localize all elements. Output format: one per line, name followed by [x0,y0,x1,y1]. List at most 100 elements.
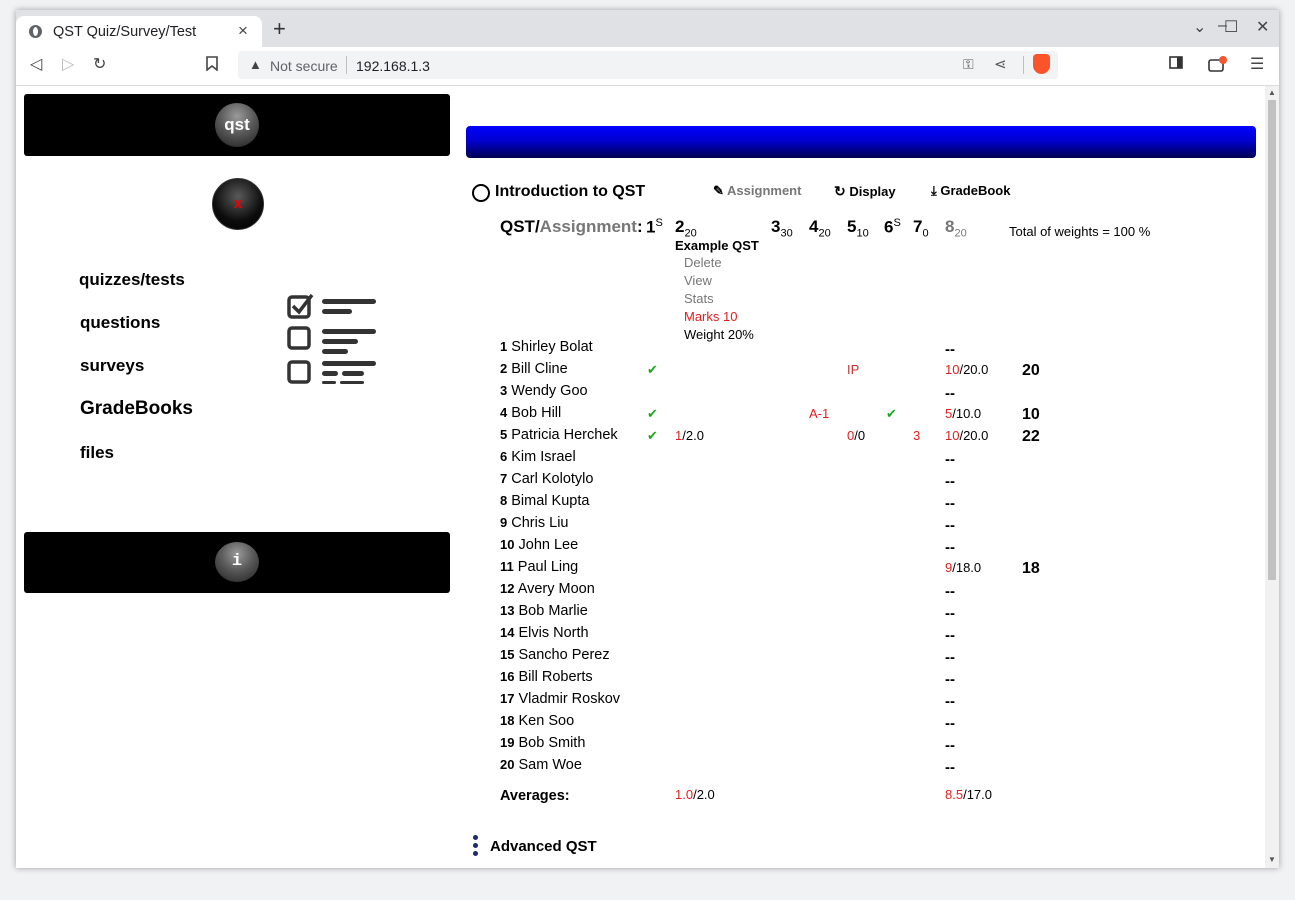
total-cell[interactable]: 18 [1022,560,1040,578]
grade-cell[interactable]: -- [945,671,955,688]
column-2[interactable]: 220 [675,217,697,239]
sidebar-toggle-icon[interactable] [1169,56,1183,74]
grade-cell[interactable]: -- [945,605,955,622]
scrollbar-thumb[interactable] [1268,100,1276,580]
assignment-header-link[interactable]: Assignment [540,217,637,236]
nav-quizzes-tests[interactable]: quizzes/tests [79,270,185,290]
grade-cell[interactable]: -- [945,341,955,358]
qst-logo[interactable]: qst [215,103,259,147]
table-row[interactable]: 20 Sam Woe [500,757,582,773]
column-5[interactable]: 510 [847,217,869,239]
assignment-tool[interactable]: ✎ Assignment [713,183,801,199]
total-cell[interactable]: 22 [1022,428,1040,446]
info-button[interactable]: i [215,542,259,582]
submitted-checkmark[interactable]: ✔ [647,406,658,422]
table-row[interactable]: 3 Wendy Goo [500,383,588,399]
grade-cell[interactable]: -- [945,715,955,732]
grade-cell[interactable]: -- [945,517,955,534]
grade-cell[interactable]: -- [945,539,955,556]
column-1[interactable]: 1S [646,217,663,238]
table-row[interactable]: 18 Ken Soo [500,713,574,729]
grade-cell[interactable]: -- [945,385,955,402]
advanced-qst-link[interactable]: Advanced QST [490,838,597,855]
submitted-checkmark[interactable]: ✔ [647,362,658,378]
grade-cell[interactable]: 1/2.0 [675,428,704,443]
share-icon[interactable]: ⋖ [994,55,1007,73]
table-row[interactable]: 7 Carl Kolotylo [500,471,593,487]
grade-cell[interactable]: 0/0 [847,428,865,443]
grade-cell[interactable]: 10/20.0 [945,362,988,377]
table-row[interactable]: 6 Kim Israel [500,449,576,465]
scrollbar[interactable]: ▲ ▼ [1265,86,1279,868]
column-3[interactable]: 330 [771,217,793,239]
browser-tab[interactable]: QST Quiz/Survey/Test × [16,16,262,47]
table-row[interactable]: 5 Patricia Herchek [500,427,618,443]
submitted-checkmark[interactable]: ✔ [647,428,658,444]
table-row[interactable]: 8 Bimal Kupta [500,493,589,509]
grade-cell[interactable]: 5/10.0 [945,406,981,421]
new-tab-button[interactable]: + [273,18,286,40]
back-icon[interactable]: ◁ [30,56,42,74]
bookmark-icon[interactable] [206,56,218,76]
submitted-checkmark[interactable]: ✔ [886,406,897,422]
security-status[interactable]: Not secure [270,58,338,74]
wallet-icon[interactable] [1208,56,1228,77]
address-bar[interactable]: ▲ Not secure 192.168.1.3 ⚿ ⋖ [238,51,1058,79]
menu-icon[interactable]: ☰ [1250,56,1264,74]
chevron-down-icon[interactable]: ⌄ [1193,17,1206,37]
grade-cell[interactable]: 3 [913,428,920,443]
nav-gradebooks[interactable]: GradeBooks [80,398,193,420]
grade-cell[interactable]: 9/18.0 [945,560,981,575]
column-7[interactable]: 70 [913,217,929,239]
view-link[interactable]: View [684,273,712,288]
reload-icon[interactable]: ↻ [93,56,106,74]
grade-cell[interactable]: -- [945,495,955,512]
grade-cell[interactable]: -- [945,649,955,666]
close-sidebar-button[interactable]: x [212,178,264,230]
stats-link[interactable]: Stats [684,291,714,306]
circle-icon[interactable] [472,184,490,202]
column-6[interactable]: 6S [884,217,901,238]
total-cell[interactable]: 20 [1022,362,1040,380]
key-icon[interactable]: ⚿ [963,56,974,73]
close-window-button[interactable]: ✕ [1256,17,1269,37]
grade-cell[interactable]: IP [847,362,859,377]
grade-cell[interactable]: A-1 [809,406,829,421]
table-row[interactable]: 17 Vladmir Roskov [500,691,620,707]
scroll-up-icon[interactable]: ▲ [1268,88,1276,97]
nav-files[interactable]: files [80,443,114,463]
table-row[interactable]: 9 Chris Liu [500,515,568,531]
display-tool[interactable]: ↻ Display [834,183,896,200]
total-cell[interactable]: 10 [1022,406,1040,424]
nav-surveys[interactable]: surveys [80,356,144,376]
table-row[interactable]: 2 Bill Cline [500,361,568,377]
grade-cell[interactable]: -- [945,693,955,710]
table-row[interactable]: 4 Bob Hill [500,405,561,421]
column-8[interactable]: 820 [945,217,967,239]
table-row[interactable]: 11 Paul Ling [500,559,578,575]
table-row[interactable]: 16 Bill Roberts [500,669,593,685]
table-row[interactable]: 15 Sancho Perez [500,647,610,663]
course-title[interactable]: Introduction to QST [495,183,645,201]
kebab-icon[interactable] [473,835,479,859]
grade-cell[interactable]: -- [945,473,955,490]
brave-shield-icon[interactable] [1033,54,1050,74]
table-row[interactable]: 13 Bob Marlie [500,603,588,619]
grade-cell[interactable]: -- [945,451,955,468]
grade-cell[interactable]: -- [945,759,955,776]
forward-icon[interactable]: ▷ [62,56,74,74]
grade-cell[interactable]: -- [945,583,955,600]
maximize-button[interactable]: ☐ [1224,17,1238,37]
table-row[interactable]: 19 Bob Smith [500,735,585,751]
marks-link[interactable]: Marks 10 [684,309,737,324]
table-row[interactable]: 14 Elvis North [500,625,589,641]
gradebook-tool[interactable]: ⤓ GradeBook [931,183,1010,199]
grade-cell[interactable]: 10/20.0 [945,428,988,443]
url-text[interactable]: 192.168.1.3 [356,58,430,74]
tab-close-button[interactable]: × [238,21,248,41]
delete-link[interactable]: Delete [684,255,722,270]
scroll-down-icon[interactable]: ▼ [1268,855,1276,864]
table-row[interactable]: 10 John Lee [500,537,578,553]
grade-cell[interactable]: -- [945,737,955,754]
nav-questions[interactable]: questions [80,313,160,333]
